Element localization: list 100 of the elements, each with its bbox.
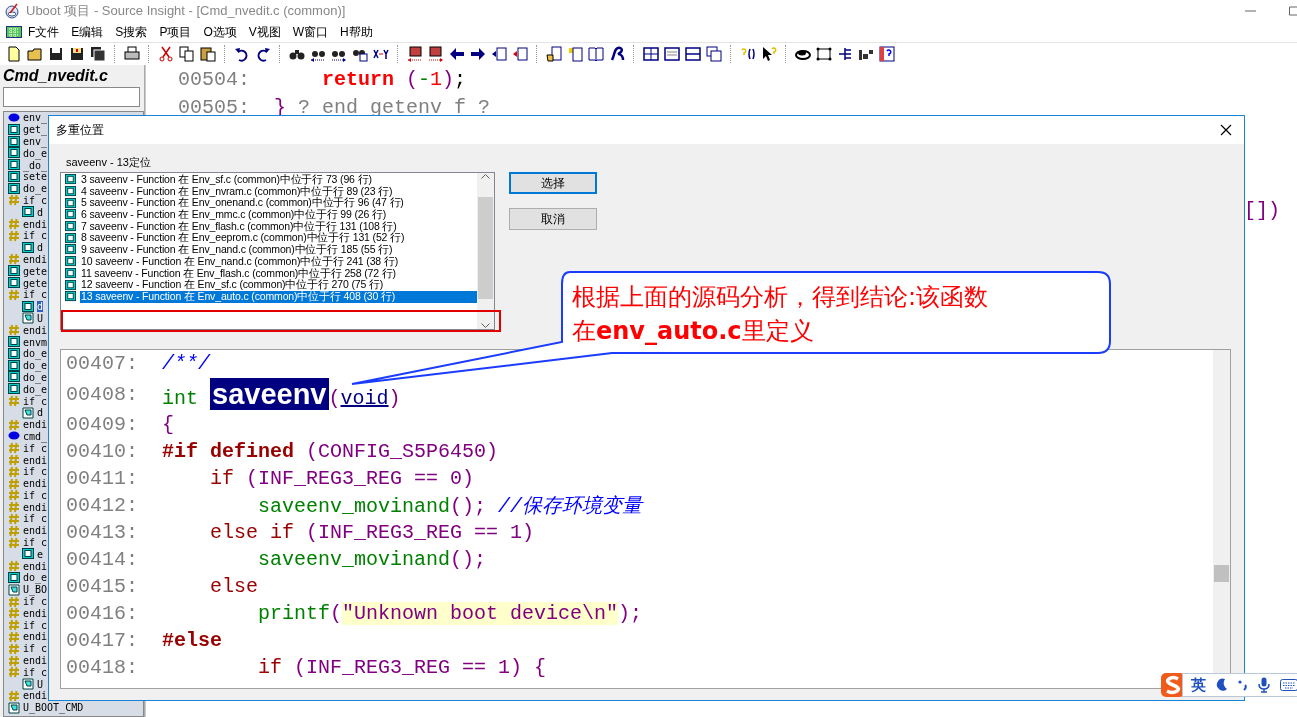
cancel-button[interactable]: 取消	[509, 208, 597, 230]
symbol-item[interactable]: if c	[23, 537, 48, 549]
symbol-item[interactable]: endi	[23, 419, 48, 431]
symbol-item[interactable]: do_e	[23, 183, 48, 195]
list-item[interactable]: 4 saveenv - Function 在 Env_nvram.c (common)中位于行 89 (23 行)	[80, 185, 394, 198]
menu-item[interactable]: S搜索	[109, 23, 154, 41]
symbol-item[interactable]: U	[37, 678, 44, 690]
symbol-item[interactable]: endi	[23, 525, 48, 537]
symbol-item[interactable]: sete	[23, 171, 48, 183]
symbol-item[interactable]: e	[37, 548, 44, 560]
symbol-item[interactable]: if c	[23, 442, 48, 454]
filter-input[interactable]	[3, 87, 140, 107]
swirl-icon[interactable]	[609, 46, 625, 62]
tree-icon[interactable]	[837, 46, 853, 62]
menu-item[interactable]: W窗口	[286, 23, 335, 41]
list-item[interactable]: 8 saveenv - Function 在 Env_eeprom.c (common)中位于行 131 (52 行)	[80, 232, 406, 245]
symbol-item[interactable]: if c	[23, 289, 48, 301]
right-arrow-icon[interactable]	[470, 46, 486, 62]
parentheses-help-icon[interactable]	[740, 46, 756, 62]
symbol-item[interactable]: gete	[23, 277, 48, 289]
symbol-item[interactable]: gete	[23, 265, 48, 277]
frame-icon[interactable]	[816, 46, 832, 62]
menu-item[interactable]: O选项	[197, 23, 243, 41]
help-book-icon[interactable]	[879, 46, 895, 62]
symbol-item[interactable]: endi	[23, 690, 48, 702]
cascade-windows-icon[interactable]	[706, 46, 722, 62]
menu-item[interactable]: F文件	[22, 23, 66, 41]
redo-icon[interactable]	[255, 46, 271, 62]
list-item[interactable]: 13 saveenv - Function 在 Env_auto.c (common)中位于行 408 (30 行)	[80, 290, 477, 303]
symbol-item[interactable]: U_BO	[23, 584, 48, 596]
symbol-item[interactable]: if c	[23, 513, 48, 525]
symbol-item[interactable]: if c	[23, 230, 48, 242]
symbol-item[interactable]: do_e	[23, 348, 48, 360]
split-window-icon[interactable]	[685, 46, 701, 62]
symbol-item[interactable]: envm	[23, 336, 48, 348]
list-item[interactable]: 6 saveenv - Function 在 Env_mmc.c (common)中位于行 99 (26 行)	[80, 209, 388, 221]
list-item[interactable]: 10 saveenv - Function 在 Env_nand.c (common)中位于行 241 (38 行)	[80, 255, 400, 268]
symbol-item[interactable]: do_e	[23, 147, 48, 159]
symbol-item[interactable]: if c	[23, 489, 48, 501]
symbol-item[interactable]: if c	[23, 643, 48, 655]
symbol-item[interactable]: do_e	[23, 371, 48, 383]
symbol-item[interactable]: do_e	[23, 360, 48, 372]
symbol-item[interactable]: d	[37, 301, 44, 313]
symbol-item[interactable]: do_e	[23, 383, 48, 395]
split-window-icon[interactable]	[643, 46, 659, 62]
menu-item[interactable]: V视图	[242, 23, 287, 41]
close-icon[interactable]	[1220, 124, 1232, 136]
symbol-item[interactable]: U_BOOT_CMD	[23, 702, 84, 714]
symbol-item[interactable]: endi	[23, 478, 48, 490]
list-item[interactable]: 9 saveenv - Function 在 Env_nand.c (common)中位于行 185 (55 行)	[80, 244, 394, 256]
symbol-item[interactable]: d	[37, 242, 44, 254]
scrollbar-thumb[interactable]	[1214, 565, 1229, 582]
list-item[interactable]: 5 saveenv - Function 在 Env_onenand.c (common)中位于行 96 (47 行)	[80, 197, 405, 210]
location-list[interactable]	[60, 172, 495, 330]
symbol-item[interactable]: endi	[23, 253, 48, 265]
menu-item[interactable]: E编辑	[65, 23, 110, 41]
symbol-item[interactable]: endi	[23, 501, 48, 513]
symbol-item[interactable]: cmd_	[23, 430, 48, 442]
left-arrow-icon[interactable]	[449, 46, 465, 62]
symbol-item[interactable]: get_	[23, 124, 48, 136]
symbol-item[interactable]: endi	[23, 607, 48, 619]
list-item[interactable]: 11 saveenv - Function 在 Env_flash.c (common)中位于行 258 (72 行)	[80, 267, 397, 280]
clipboard-icon[interactable]	[200, 46, 216, 62]
symbol-item[interactable]: if c	[23, 194, 48, 206]
symbol-item[interactable]: d	[37, 407, 44, 419]
symbol-item[interactable]: d	[37, 206, 44, 218]
select-button[interactable]: 选择	[509, 172, 597, 194]
symbol-item[interactable]: endi	[23, 560, 48, 572]
floppy-disks-icon[interactable]	[90, 46, 106, 62]
printer-icon[interactable]	[124, 46, 140, 62]
book-icon[interactable]	[588, 46, 604, 62]
new-file-icon[interactable]	[6, 46, 22, 62]
symbol-item[interactable]: do_e	[23, 572, 48, 584]
symbol-item[interactable]: endi	[23, 324, 48, 336]
scroll-up-icon[interactable]	[481, 173, 490, 179]
symbol-item[interactable]: if c	[23, 466, 48, 478]
symbol-item[interactable]: if c	[23, 395, 48, 407]
symbol-item[interactable]: _do_	[23, 159, 48, 171]
menu-item[interactable]: P项目	[153, 23, 198, 41]
symbol-item[interactable]: endi	[23, 631, 48, 643]
undo-icon[interactable]	[234, 46, 250, 62]
symbol-item[interactable]: endi	[23, 218, 48, 230]
symbol-item[interactable]: endi	[23, 655, 48, 667]
menu-item[interactable]: H帮助	[334, 23, 379, 41]
window-icon[interactable]	[664, 46, 680, 62]
symbol-item[interactable]: endi	[23, 454, 48, 466]
symbol-item[interactable]: env_	[23, 112, 48, 124]
symbol-item[interactable]: if c	[23, 619, 48, 631]
scissors-icon[interactable]	[158, 46, 174, 62]
bookmark-arrows-icon[interactable]	[407, 46, 423, 62]
maximize-icon[interactable]	[1289, 6, 1297, 16]
list-item[interactable]: 7 saveenv - Function 在 Env_flash.c (common)中位于行 131 (108 行)	[80, 220, 398, 233]
scrollbar-thumb[interactable]	[478, 197, 493, 299]
symbol-item[interactable]: if c	[23, 666, 48, 678]
open-folder-icon[interactable]	[27, 46, 43, 62]
symbol-item[interactable]: if c	[23, 596, 48, 608]
symbol-item[interactable]: U	[37, 312, 44, 324]
indent-icon[interactable]	[491, 46, 507, 62]
symbol-item[interactable]: env_	[23, 136, 48, 147]
list-item[interactable]: 3 saveenv - Function 在 Env_sf.c (common)中位于行 73 (96 行)	[80, 174, 373, 186]
